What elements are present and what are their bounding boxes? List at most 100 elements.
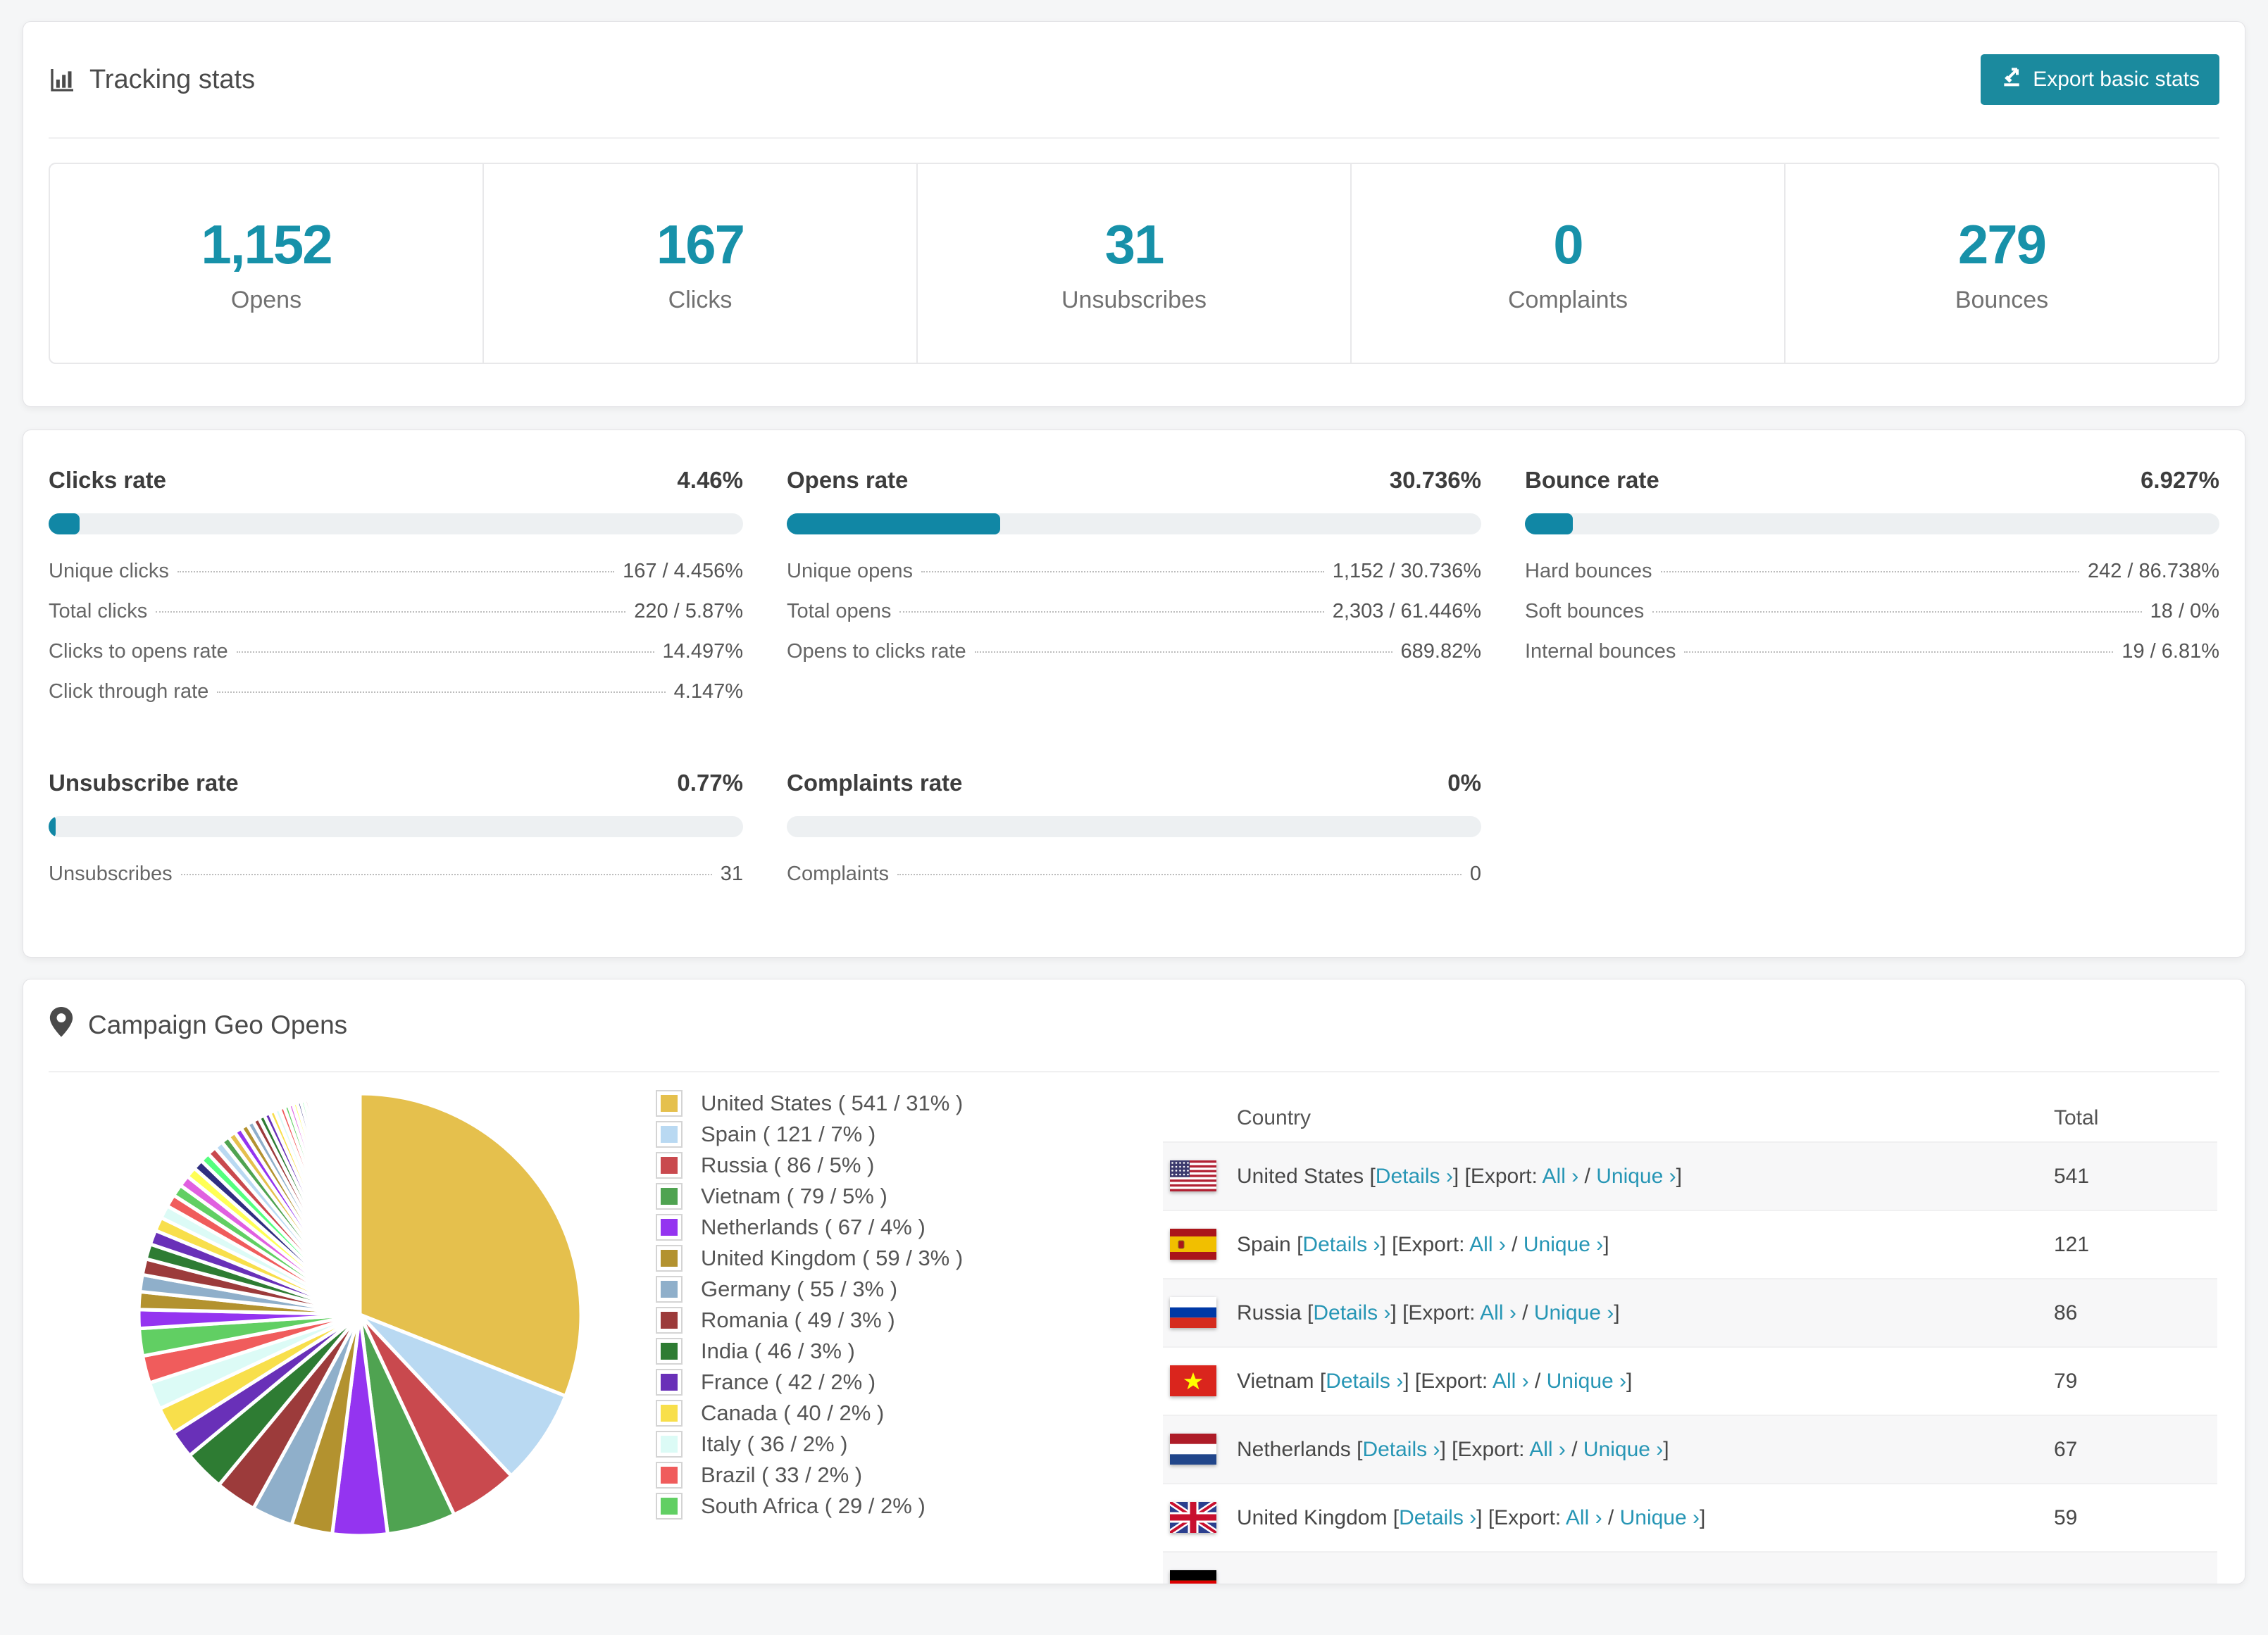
stat-value-clicks: 167 xyxy=(656,213,745,275)
total-cell: 79 xyxy=(2054,1369,2078,1393)
export-all-link[interactable]: All › xyxy=(1529,1438,1566,1461)
details-link[interactable]: Details › xyxy=(1302,1233,1380,1256)
legend-item-russia[interactable]: Russia ( 86 / 5% ) xyxy=(656,1150,963,1181)
dotted-leader xyxy=(217,691,666,693)
flag-netherlands-icon xyxy=(1170,1434,1216,1465)
details-link[interactable]: Details › xyxy=(1376,1165,1453,1188)
dotted-leader xyxy=(177,571,615,572)
country-cell: Russia [Details ›] [Export: All › / Uniq… xyxy=(1237,1301,1620,1324)
rate-title: Clicks rate xyxy=(49,467,166,493)
legend-item-romania[interactable]: Romania ( 49 / 3% ) xyxy=(656,1305,963,1336)
rate-value: 30.736% xyxy=(1389,467,1481,493)
legend-swatch xyxy=(656,1183,683,1210)
legend-item-south-africa[interactable]: South Africa ( 29 / 2% ) xyxy=(656,1491,963,1522)
rate-value: 4.46% xyxy=(677,467,743,493)
rate-card-opens-rate: Opens rate 30.736% Unique opens 1,152 / 30.… xyxy=(787,467,1481,720)
legend-item-india[interactable]: India ( 46 / 3% ) xyxy=(656,1336,963,1367)
export-unique-link[interactable]: Unique › xyxy=(1596,1165,1676,1188)
progress-bar-track xyxy=(787,513,1481,534)
detail-value: 689.82% xyxy=(1400,640,1482,663)
country-cell: Spain [Details ›] [Export: All › / Uniqu… xyxy=(1237,1232,1609,1256)
legend-label: South Africa ( 29 / 2% ) xyxy=(701,1493,926,1518)
country-cell: Vietnam [Details ›] [Export: All › / Uni… xyxy=(1237,1369,1633,1393)
export-unique-link[interactable]: Unique › xyxy=(1583,1438,1663,1461)
export-unique-link[interactable]: Unique › xyxy=(1524,1233,1603,1256)
link-separator: / xyxy=(1516,1301,1534,1324)
dotted-leader xyxy=(897,874,1462,875)
rate-detail-rows: Unique clicks 167 / 4.456% Total clicks 220… xyxy=(49,560,743,720)
detail-value: 220 / 5.87% xyxy=(634,600,743,622)
detail-label: Soft bounces xyxy=(1525,600,1645,622)
link-separator: / xyxy=(1528,1369,1547,1393)
export-unique-link[interactable]: Unique › xyxy=(1620,1506,1700,1529)
stat-label: Opens xyxy=(230,287,302,313)
export-basic-stats-button[interactable]: Export basic stats xyxy=(1981,54,2219,105)
flag-vietnam-icon xyxy=(1170,1365,1216,1396)
export-all-link[interactable]: All › xyxy=(1469,1233,1506,1256)
legend-item-canada[interactable]: Canada ( 40 / 2% ) xyxy=(656,1398,963,1429)
rate-value: 0.77% xyxy=(677,770,743,796)
details-link[interactable]: Details › xyxy=(1313,1301,1390,1324)
rates-grid: Clicks rate 4.46% Unique clicks 167 / 4.456… xyxy=(49,467,2219,903)
legend-swatch xyxy=(656,1493,683,1520)
detail-label: Unique opens xyxy=(787,560,913,582)
export-unique-link[interactable]: Unique › xyxy=(1547,1370,1626,1393)
rate-card-complaints-rate: Complaints rate 0% Complaints 0 xyxy=(787,770,1481,903)
legend-item-vietnam[interactable]: Vietnam ( 79 / 5% ) xyxy=(656,1181,963,1212)
legend-item-netherlands[interactable]: Netherlands ( 67 / 4% ) xyxy=(656,1212,963,1243)
rate-title-row: Bounce rate 6.927% xyxy=(1525,467,2219,494)
detail-value: 2,303 / 61.446% xyxy=(1332,600,1481,622)
table-row-united-kingdom: United Kingdom [Details ›] [Export: All … xyxy=(1163,1484,2217,1551)
legend-label: Germany ( 55 / 3% ) xyxy=(701,1277,898,1301)
export-all-link[interactable]: All › xyxy=(1543,1165,1579,1188)
progress-bar-fill xyxy=(49,513,80,534)
legend-label: United Kingdom ( 59 / 3% ) xyxy=(701,1246,964,1270)
progress-bar-track xyxy=(787,816,1481,837)
legend-item-spain[interactable]: Spain ( 121 / 7% ) xyxy=(656,1119,963,1150)
export-button-label: Export basic stats xyxy=(2033,68,2200,91)
pie-slice-73 xyxy=(357,1091,362,1317)
details-link[interactable]: Details › xyxy=(1399,1506,1476,1529)
bar-chart-icon xyxy=(49,65,77,94)
legend-item-germany[interactable]: Germany ( 55 / 3% ) xyxy=(656,1274,963,1305)
link-separator: / xyxy=(1602,1505,1620,1529)
rate-card-unsubscribe-rate: Unsubscribe rate 0.77% Unsubscribes 31 xyxy=(49,770,743,903)
export-all-link[interactable]: All › xyxy=(1566,1506,1602,1529)
legend-swatch xyxy=(656,1090,683,1117)
stat-value-opens: 1,152 xyxy=(201,213,332,275)
export-unique-link[interactable]: Unique › xyxy=(1534,1301,1614,1324)
dotted-leader xyxy=(1660,571,2079,572)
stat-cell-complaints: 0 Complaints xyxy=(1350,164,1784,363)
legend-item-brazil[interactable]: Brazil ( 33 / 2% ) xyxy=(656,1460,963,1491)
geo-section-title: Campaign Geo Opens xyxy=(88,1010,348,1039)
legend-swatch xyxy=(656,1245,683,1272)
legend-swatch xyxy=(656,1152,683,1179)
legend-swatch xyxy=(656,1276,683,1303)
location-pin-icon xyxy=(49,1006,74,1044)
geo-country-table: Country Total United States [Details ›] … xyxy=(1163,1095,2217,1584)
total-cell: 121 xyxy=(2054,1232,2090,1256)
rate-title-row: Clicks rate 4.46% xyxy=(49,467,743,494)
legend-swatch xyxy=(656,1214,683,1241)
detail-row: Soft bounces 18 / 0% xyxy=(1525,600,2219,640)
stat-label: Clicks xyxy=(668,287,733,313)
legend-label: Netherlands ( 67 / 4% ) xyxy=(701,1215,926,1239)
detail-value: 0 xyxy=(1469,863,1481,885)
details-link[interactable]: Details › xyxy=(1326,1370,1403,1393)
legend-label: Italy ( 36 / 2% ) xyxy=(701,1432,848,1456)
campaign-geo-opens-header: Campaign Geo Opens xyxy=(49,979,2219,1072)
export-all-link[interactable]: All › xyxy=(1480,1301,1516,1324)
table-row-united-states: United States [Details ›] [Export: All ›… xyxy=(1163,1141,2217,1211)
legend-item-united-states[interactable]: United States ( 541 / 31% ) xyxy=(656,1088,963,1119)
export-all-link[interactable]: All › xyxy=(1493,1370,1529,1393)
legend-item-united-kingdom[interactable]: United Kingdom ( 59 / 3% ) xyxy=(656,1243,963,1274)
stat-cell-clicks: 167 Clicks xyxy=(482,164,916,363)
legend-item-france[interactable]: France ( 42 / 2% ) xyxy=(656,1367,963,1398)
legend-item-italy[interactable]: Italy ( 36 / 2% ) xyxy=(656,1429,963,1460)
rate-title-row: Complaints rate 0% xyxy=(787,770,1481,796)
detail-value: 19 / 6.81% xyxy=(2121,640,2219,663)
detail-value: 167 / 4.456% xyxy=(623,560,743,582)
details-link[interactable]: Details › xyxy=(1362,1438,1440,1461)
dotted-leader xyxy=(974,651,1392,653)
legend-swatch xyxy=(656,1431,683,1458)
